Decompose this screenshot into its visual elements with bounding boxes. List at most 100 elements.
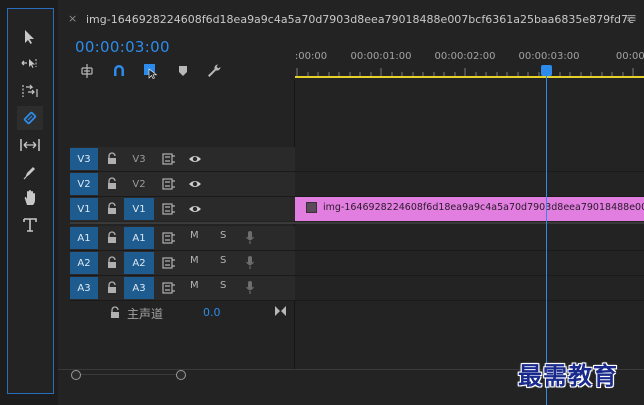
type-icon bbox=[23, 218, 37, 232]
mute-button[interactable]: M bbox=[190, 280, 199, 291]
source-patch-v1[interactable]: V1 bbox=[124, 198, 154, 220]
go-to-end-icon[interactable] bbox=[274, 305, 287, 317]
panel-menu-icon[interactable]: ≡ bbox=[626, 11, 637, 26]
source-patch-v3[interactable]: V3 bbox=[124, 148, 154, 170]
master-track-label: 主声道 bbox=[127, 307, 164, 321]
zoom-scroll-track[interactable] bbox=[76, 374, 182, 375]
track-row-a3: A3 A3 M S bbox=[58, 276, 644, 300]
work-area-bar[interactable] bbox=[295, 76, 644, 78]
track-header: V1 V1 bbox=[70, 197, 295, 221]
lock-icon[interactable] bbox=[109, 306, 121, 320]
microphone-icon[interactable] bbox=[245, 280, 255, 295]
sync-lock-icon[interactable] bbox=[162, 203, 176, 215]
mute-button[interactable]: M bbox=[190, 230, 199, 241]
track-lane[interactable] bbox=[295, 172, 644, 196]
ripple-edit-tool-button[interactable] bbox=[17, 79, 43, 103]
track-row-a1: A1 A1 M S bbox=[58, 226, 644, 250]
solo-button[interactable]: S bbox=[220, 255, 226, 266]
track-target-a3[interactable]: A3 bbox=[70, 277, 98, 299]
track-lane[interactable] bbox=[295, 147, 644, 171]
sync-lock-icon[interactable] bbox=[162, 153, 176, 165]
solo-button[interactable]: S bbox=[220, 230, 226, 241]
type-tool-button[interactable] bbox=[17, 213, 43, 237]
add-marker-button[interactable] bbox=[174, 62, 192, 80]
track-target-v2[interactable]: V2 bbox=[70, 173, 98, 195]
track-lane[interactable] bbox=[295, 251, 644, 275]
timeline-settings-button[interactable] bbox=[205, 62, 223, 80]
ruler-label: 00:00:01:00 bbox=[350, 51, 412, 62]
master-volume-value[interactable]: 0.0 bbox=[203, 306, 221, 319]
zoom-handle-right[interactable] bbox=[176, 370, 186, 380]
tab-bar: × img-1646928224608f6d18ea9a9c4a5a70d790… bbox=[58, 0, 644, 38]
track-header: V2 V2 bbox=[70, 172, 295, 196]
playhead-handle[interactable] bbox=[541, 65, 552, 76]
nest-icon bbox=[81, 64, 93, 78]
track-lane[interactable] bbox=[295, 276, 644, 300]
ruler-label: :00:00 bbox=[294, 51, 328, 62]
track-lane[interactable] bbox=[295, 226, 644, 250]
ruler-label: 00:00:03:00 bbox=[518, 51, 580, 62]
video-clip[interactable]: img-1646928224608f6d18ea9a9c4a5a70d7903d… bbox=[295, 197, 644, 221]
mute-button[interactable]: M bbox=[190, 255, 199, 266]
sequence-tab-title[interactable]: img-1646928224608f6d18ea9a9c4a5a70d7903d… bbox=[86, 13, 634, 26]
time-ruler[interactable]: :00:00 00:00:01:00 00:00:02:00 00:00:03:… bbox=[295, 38, 644, 80]
video-audio-divider[interactable] bbox=[70, 222, 644, 224]
master-track-row: 主声道 0.0 bbox=[58, 301, 644, 325]
tab-close-button[interactable]: × bbox=[68, 12, 77, 25]
pen-tool-button[interactable] bbox=[17, 160, 43, 184]
source-patch-a1[interactable]: A1 bbox=[124, 227, 154, 249]
track-target-v1[interactable]: V1 bbox=[70, 198, 98, 220]
ruler-label: 00:00:02:00 bbox=[434, 51, 496, 62]
hand-tool-button[interactable] bbox=[17, 186, 43, 210]
magnet-icon bbox=[114, 65, 124, 76]
track-select-icon bbox=[21, 59, 37, 68]
razor-icon bbox=[23, 111, 37, 125]
lock-icon[interactable] bbox=[106, 152, 118, 166]
snap-button[interactable] bbox=[110, 62, 128, 80]
slip-icon bbox=[20, 139, 40, 151]
linked-selection-icon bbox=[144, 64, 158, 79]
track-row-v3: V3 V3 bbox=[58, 147, 644, 171]
lock-icon[interactable] bbox=[106, 177, 118, 191]
source-patch-a2[interactable]: A2 bbox=[124, 252, 154, 274]
timeline-panel: × img-1646928224608f6d18ea9a9c4a5a70d790… bbox=[58, 0, 644, 405]
zoom-handle-left[interactable] bbox=[71, 370, 81, 380]
track-select-forward-tool-button[interactable] bbox=[17, 51, 43, 75]
arrow-icon bbox=[25, 30, 34, 44]
source-patch-a3[interactable]: A3 bbox=[124, 277, 154, 299]
slip-tool-button[interactable] bbox=[17, 133, 43, 157]
ruler-label: 00:00: bbox=[615, 51, 644, 62]
eye-icon[interactable] bbox=[188, 179, 202, 189]
header-divider bbox=[294, 80, 295, 370]
microphone-icon[interactable] bbox=[245, 230, 255, 245]
eye-icon[interactable] bbox=[188, 204, 202, 214]
lock-icon[interactable] bbox=[106, 281, 118, 295]
solo-button[interactable]: S bbox=[220, 280, 226, 291]
lock-icon[interactable] bbox=[106, 231, 118, 245]
sync-lock-icon[interactable] bbox=[162, 282, 176, 294]
microphone-icon[interactable] bbox=[245, 255, 255, 270]
marker-icon bbox=[179, 66, 187, 76]
ripple-icon bbox=[22, 84, 38, 97]
track-target-a2[interactable]: A2 bbox=[70, 252, 98, 274]
lock-icon[interactable] bbox=[106, 202, 118, 216]
source-patch-v2[interactable]: V2 bbox=[124, 173, 154, 195]
lock-icon[interactable] bbox=[106, 256, 118, 270]
track-target-v3[interactable]: V3 bbox=[70, 148, 98, 170]
sync-lock-icon[interactable] bbox=[162, 257, 176, 269]
razor-tool-button[interactable] bbox=[17, 106, 43, 130]
selection-tool-button[interactable] bbox=[17, 25, 43, 49]
track-header: A3 A3 M S bbox=[70, 276, 295, 300]
insert-nest-button[interactable] bbox=[78, 62, 96, 80]
wrench-icon bbox=[208, 64, 221, 77]
eye-icon[interactable] bbox=[188, 154, 202, 164]
ruler-ticks bbox=[296, 68, 634, 76]
sync-lock-icon[interactable] bbox=[162, 178, 176, 190]
hand-icon bbox=[24, 190, 35, 205]
track-target-a1[interactable]: A1 bbox=[70, 227, 98, 249]
playhead-timecode[interactable]: 00:00:03:00 bbox=[75, 38, 170, 56]
track-row-v2: V2 V2 bbox=[58, 172, 644, 196]
sync-lock-icon[interactable] bbox=[162, 232, 176, 244]
linked-selection-button[interactable] bbox=[142, 62, 160, 80]
playhead-line[interactable] bbox=[546, 70, 547, 405]
